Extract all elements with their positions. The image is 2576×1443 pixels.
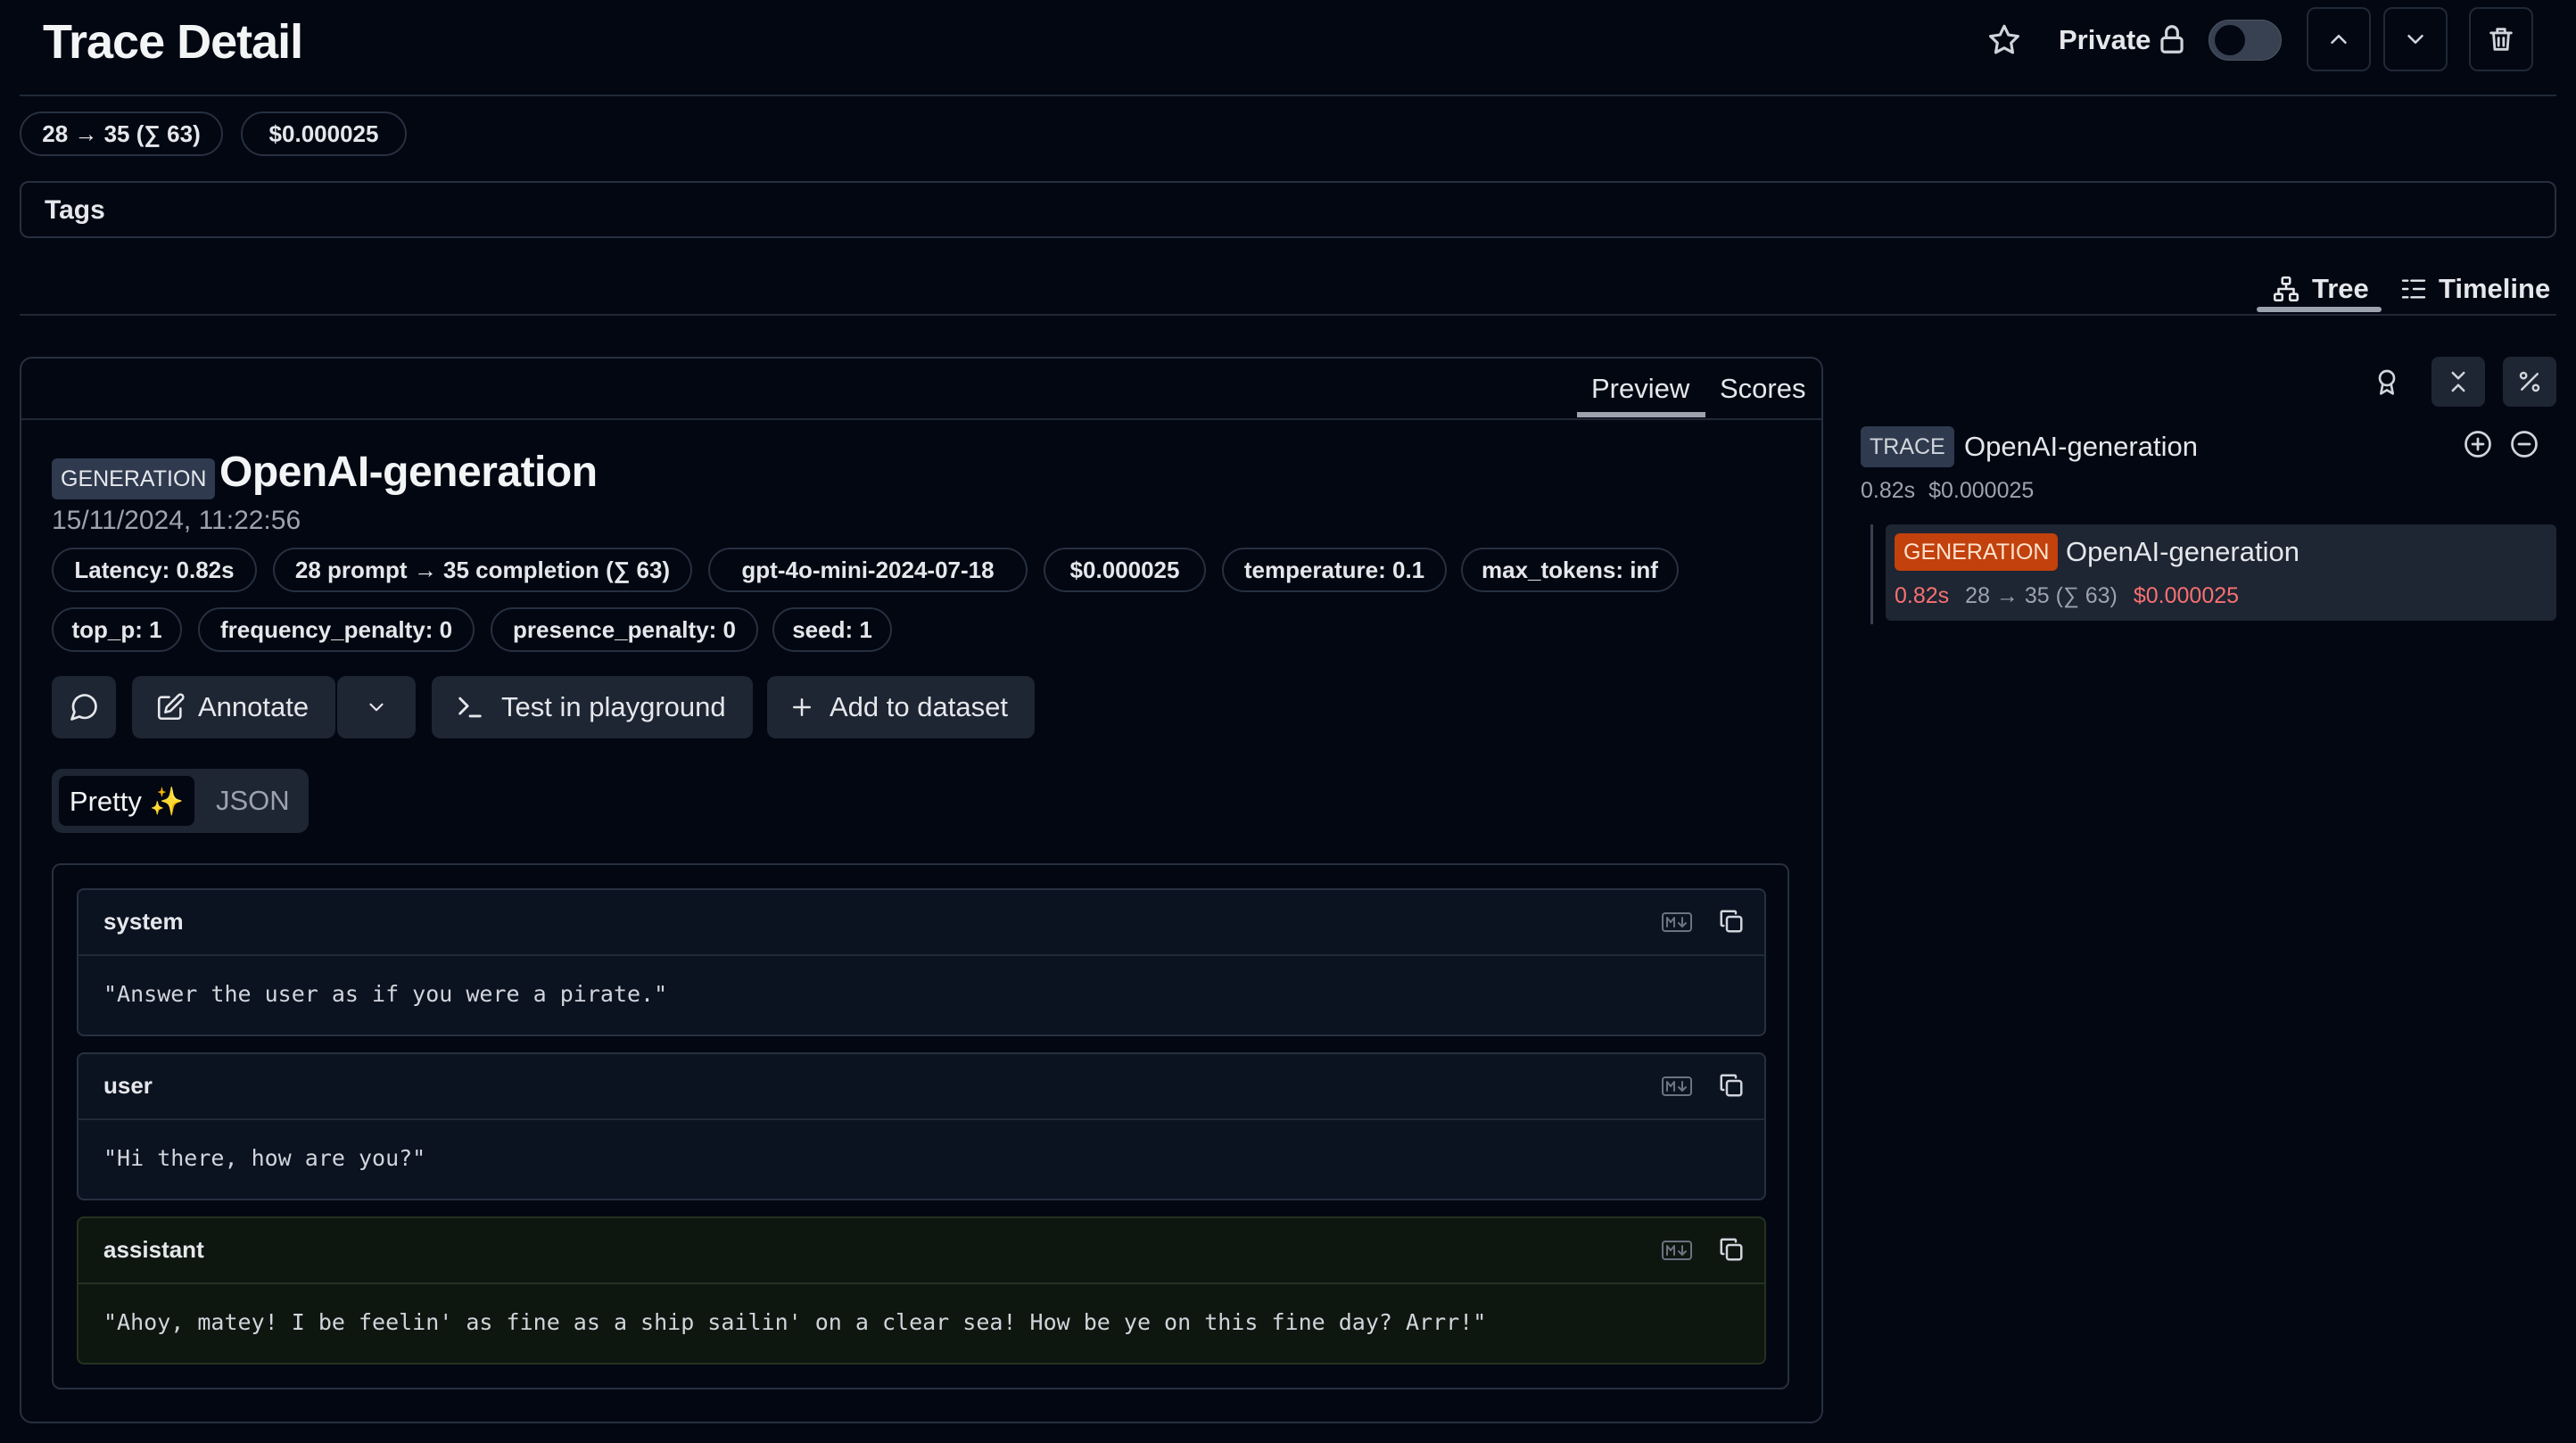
format-pretty-option[interactable]: Pretty ✨: [59, 776, 194, 826]
tab-tree-label: Tree: [2312, 273, 2369, 304]
message-role: assistant: [103, 1236, 204, 1263]
toggle-knob: [2215, 25, 2245, 55]
tree-connector: [1870, 524, 1873, 624]
generation-node-name: OpenAI-generation: [2066, 536, 2299, 567]
page-title: Trace Detail: [43, 15, 303, 69]
copy-icon[interactable]: [1718, 1236, 1745, 1263]
annotate-button[interactable]: Annotate: [132, 676, 335, 738]
expand-icon[interactable]: [2462, 428, 2494, 460]
copy-icon[interactable]: [1718, 1072, 1745, 1099]
message-role: user: [103, 1072, 153, 1099]
tokens-pill: 28 → 35 (∑ 63): [20, 111, 223, 156]
award-icon: [2378, 369, 2396, 395]
message-circle-icon: [70, 694, 97, 721]
panel-tabs-divider: [21, 418, 1821, 420]
header-divider: [20, 95, 2556, 96]
trace-badge: TRACE: [1861, 426, 1954, 467]
plus-icon: [793, 698, 811, 716]
trace-latency: 0.82s: [1861, 478, 1916, 503]
tags-field[interactable]: Tags: [20, 181, 2556, 238]
dataset-label: Add to dataset: [830, 691, 1008, 722]
message-header: user: [78, 1054, 1764, 1120]
chevrons-collapse-icon: [2451, 371, 2465, 392]
trace-meta: 0.82s $0.000025: [1861, 478, 2034, 504]
add-to-dataset-button[interactable]: Add to dataset: [767, 676, 1035, 738]
star-icon[interactable]: [1986, 21, 2023, 59]
cost-pill: $0.000025: [1044, 548, 1206, 592]
format-json-option[interactable]: JSON: [216, 776, 290, 826]
format-toggle: Pretty ✨ JSON: [52, 769, 309, 833]
private-toggle[interactable]: [2209, 20, 2282, 61]
observation-timestamp: 15/11/2024, 11:22:56: [52, 506, 301, 535]
tab-timeline[interactable]: Timeline: [2399, 262, 2550, 316]
scores-toggle-button[interactable]: [2360, 357, 2414, 407]
trash-icon: [2489, 28, 2513, 51]
frequency-penalty-pill: frequency_penalty: 0: [198, 607, 475, 652]
annotate-dropdown-button[interactable]: [337, 676, 416, 738]
tabs-divider: [20, 314, 2556, 316]
usage-pill: 28 prompt → 35 completion (∑ 63): [273, 548, 692, 592]
generation-tokens: 28 → 35 (∑ 63): [1965, 583, 2118, 608]
generation-node-badge: GENERATION: [1895, 533, 2059, 571]
panel-active-tab-indicator: [1577, 412, 1705, 417]
generation-latency: 0.82s: [1895, 583, 1950, 608]
tab-timeline-label: Timeline: [2439, 273, 2551, 304]
message-user: user "Hi there, how are you?": [77, 1052, 1766, 1200]
markdown-icon[interactable]: [1661, 910, 1693, 935]
message-role: system: [103, 908, 184, 935]
message-assistant: assistant "Ahoy, matey! I be feelin' as …: [77, 1216, 1766, 1365]
tree-icon: [2273, 276, 2299, 302]
generation-badge: GENERATION: [52, 458, 216, 499]
model-pill: gpt-4o-mini-2024-07-18: [708, 548, 1028, 592]
generation-node-meta: 0.82s 28 → 35 (∑ 63) $0.000025: [1895, 583, 2239, 609]
edit-icon: [157, 693, 185, 721]
chevron-down-icon: [369, 703, 384, 712]
latency-pill: Latency: 0.82s: [52, 548, 257, 592]
tags-label: Tags: [45, 195, 105, 225]
private-label: Private: [2059, 24, 2151, 55]
markdown-icon[interactable]: [1661, 1074, 1693, 1099]
delete-trace-button[interactable]: [2469, 7, 2533, 71]
collapse-icon[interactable]: [2508, 428, 2540, 460]
collapse-all-button[interactable]: [2432, 357, 2485, 407]
max-tokens-pill: max_tokens: inf: [1461, 548, 1679, 592]
message-header: assistant: [78, 1218, 1764, 1284]
percentage-toggle-button[interactable]: [2503, 357, 2556, 407]
playground-label: Test in playground: [501, 691, 726, 722]
seed-pill: seed: 1: [772, 607, 892, 652]
copy-icon[interactable]: [1718, 908, 1745, 935]
active-tab-indicator: [2257, 307, 2382, 312]
terminal-icon: [458, 697, 482, 718]
message-content: "Answer the user as if you were a pirate…: [103, 981, 668, 1007]
chevron-up-icon: [2331, 35, 2347, 44]
annotate-label: Annotate: [198, 691, 310, 722]
observation-title: OpenAI-generation: [219, 449, 598, 496]
cost-pill: $0.000025: [241, 111, 407, 156]
temperature-pill: temperature: 0.1: [1222, 548, 1447, 592]
tab-scores[interactable]: Scores: [1720, 366, 1805, 412]
percent-icon: [2519, 371, 2540, 392]
markdown-icon[interactable]: [1661, 1238, 1693, 1263]
timeline-icon: [2401, 279, 2426, 299]
chevron-down-icon: [2407, 35, 2423, 44]
generation-cost: $0.000025: [2133, 583, 2240, 608]
next-trace-button[interactable]: [2383, 7, 2448, 71]
lock-icon: [2155, 21, 2189, 57]
message-header: system: [78, 890, 1764, 956]
test-in-playground-button[interactable]: Test in playground: [432, 676, 753, 738]
trace-node-name[interactable]: OpenAI-generation: [1964, 429, 2198, 465]
tab-preview[interactable]: Preview: [1591, 366, 1689, 412]
top-p-pill: top_p: 1: [52, 607, 182, 652]
trace-cost: $0.000025: [1928, 478, 2035, 503]
message-content: "Ahoy, matey! I be feelin' as fine as a …: [103, 1309, 1487, 1335]
message-content: "Hi there, how are you?": [103, 1145, 426, 1171]
presence-penalty-pill: presence_penalty: 0: [491, 607, 758, 652]
message-system: system "Answer the user as if you were a…: [77, 888, 1766, 1036]
comment-button[interactable]: [52, 676, 116, 738]
previous-trace-button[interactable]: [2307, 7, 2371, 71]
